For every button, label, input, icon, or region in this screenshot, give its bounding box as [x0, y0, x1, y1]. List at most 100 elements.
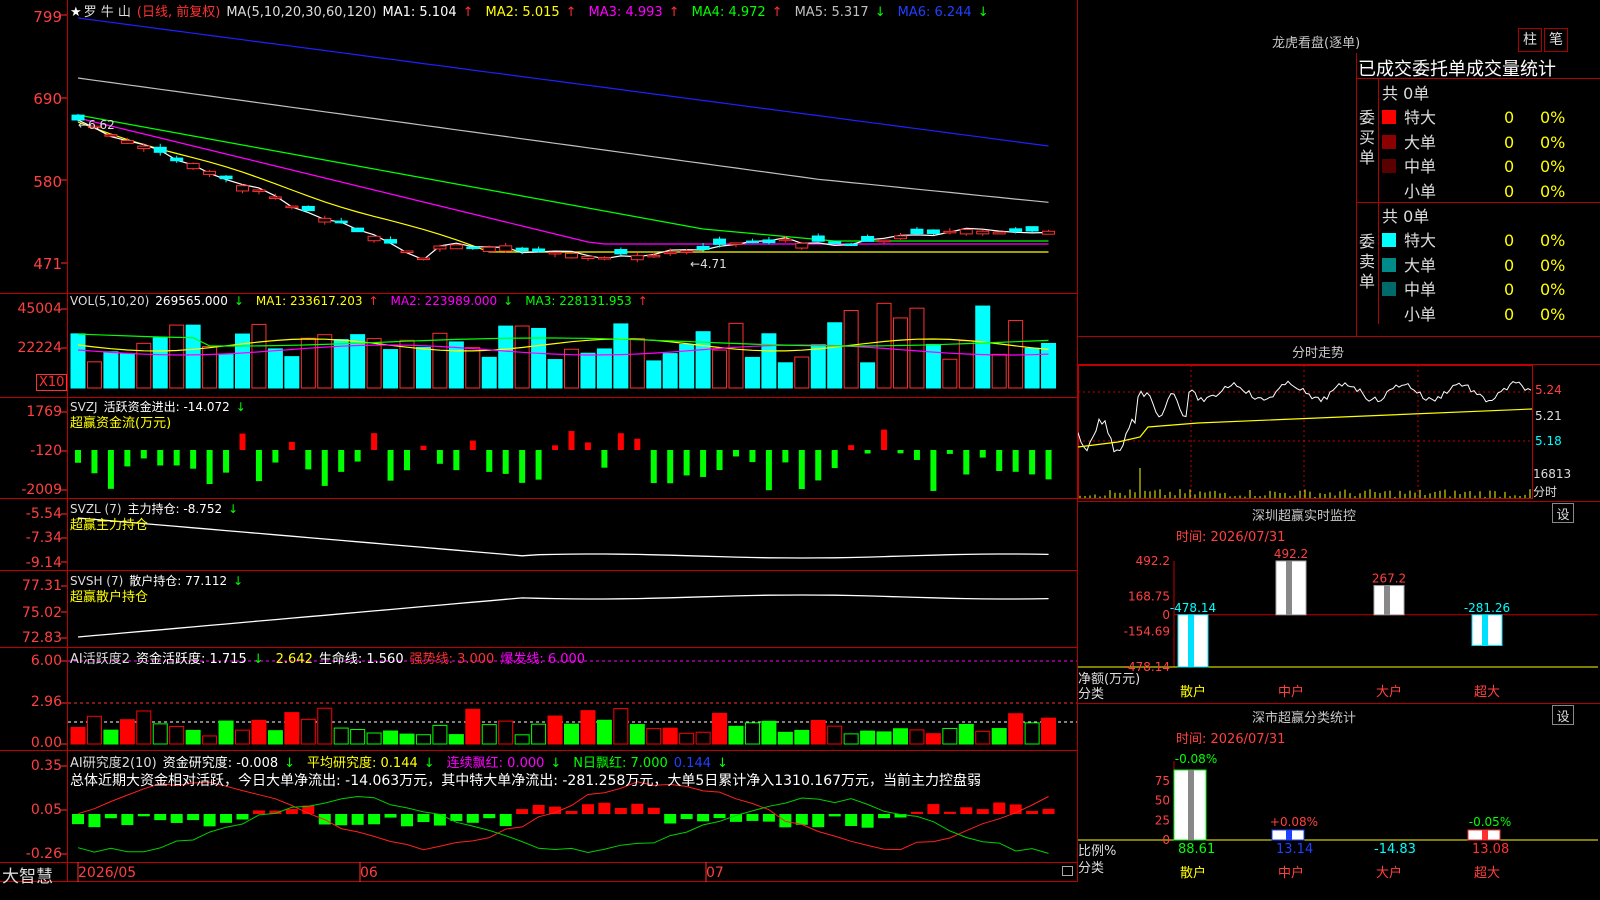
volume-bar	[794, 356, 810, 389]
monitor-bar-group	[1471, 614, 1503, 646]
favorite-star-icon[interactable]: ★	[70, 5, 82, 20]
candle-body	[844, 243, 858, 247]
volume-bar	[991, 353, 1007, 389]
candle-body	[729, 242, 743, 245]
fund-flow-bar	[716, 450, 723, 471]
legend-swatch	[1382, 282, 1396, 296]
fund-flow-bar	[650, 450, 657, 484]
activity-bar	[350, 729, 366, 745]
activity-bar	[613, 708, 629, 745]
candle-body	[170, 157, 184, 162]
classify-value-label: 88.61	[1178, 842, 1215, 857]
fund-flow-bar	[815, 450, 822, 481]
activity-bar	[251, 719, 267, 745]
fund-flow-bar	[782, 450, 789, 463]
volume-bar	[777, 362, 793, 389]
low-price-marker: ←4.71	[690, 257, 727, 271]
classify-cat-label: 分类	[1078, 861, 1105, 876]
ai2-y-label-1: 0.35	[30, 758, 62, 774]
volume-bar	[432, 332, 448, 389]
candle-body	[219, 175, 233, 180]
volume-bar	[695, 331, 711, 389]
fund-flow-bar	[75, 450, 81, 463]
volume-bar	[514, 325, 530, 389]
candle-body	[153, 146, 167, 153]
candle-body	[104, 134, 118, 137]
sell-total: 共 0单	[1382, 207, 1430, 226]
research-bar	[565, 811, 578, 814]
research-bar	[252, 810, 265, 814]
fund-flow-bar	[91, 450, 98, 474]
period-mode[interactable]: (日线, 前复权)	[137, 5, 220, 20]
fund-flow-bar	[223, 450, 230, 473]
intraday-panel[interactable]: 分时走势 5.24 5.21 5.18 16813 分时	[1078, 337, 1600, 501]
monitor-panel: 深圳超赢实时监控 设 时间: 2026/07/31 492.2 168.75 0 -1…	[1078, 501, 1600, 703]
research-bar	[943, 811, 956, 814]
activity-bar	[596, 719, 612, 745]
activity-bar	[1024, 722, 1040, 745]
activity-bar	[925, 733, 941, 745]
fund-flow-bar	[239, 433, 246, 450]
ma3-value: MA3: 4.993 ↑	[588, 5, 680, 20]
row-count: 0	[1504, 280, 1515, 299]
monitor-value-label: 492.2	[1274, 547, 1308, 561]
chart-canvas[interactable]	[0, 0, 1078, 882]
activity-bar	[580, 710, 596, 745]
activity-bar	[958, 723, 974, 745]
fund-flow-bar	[552, 445, 559, 450]
volume-bar	[744, 356, 760, 389]
fund-flow-bar	[338, 450, 345, 472]
buy-row-0: 特大 0 0%	[1382, 104, 1565, 128]
intraday-vol-label: 16813	[1533, 467, 1572, 481]
x-axis-label-2: 06	[360, 865, 378, 881]
candle-body	[499, 245, 513, 252]
activity-bar	[300, 718, 316, 745]
buy-side-label: 委买单	[1359, 108, 1376, 167]
activity-bar	[383, 730, 399, 745]
stock-name: 罗 牛 山	[83, 5, 131, 20]
research-bar	[927, 804, 940, 814]
research-bar	[203, 814, 216, 827]
activity-bar	[202, 735, 218, 745]
research-bar	[433, 814, 446, 826]
fund-flow-bar	[864, 450, 871, 454]
research-bar	[598, 802, 611, 814]
research-bar	[88, 814, 101, 828]
activity-bar	[744, 722, 760, 745]
fund-flow-bar	[963, 450, 970, 475]
research-bar	[516, 809, 529, 814]
activity-bar	[860, 730, 876, 745]
research-bar	[154, 814, 167, 821]
activity-bar	[448, 734, 464, 745]
kline-chart-area[interactable]	[0, 0, 1078, 882]
volume-bar	[185, 324, 201, 389]
volume-bar	[448, 341, 464, 389]
candle-body	[268, 196, 282, 199]
sell-row-0: 特大 0 0%	[1382, 227, 1565, 251]
main-holding-line	[77, 517, 1049, 559]
volume-bar	[893, 317, 908, 389]
volume-bar	[284, 356, 300, 389]
activity-bar	[629, 724, 645, 745]
row-name: 小单	[1404, 181, 1437, 201]
candle-body	[351, 227, 365, 233]
ma5-line	[77, 77, 1049, 203]
candle-body	[894, 235, 907, 240]
fund-flow-bar	[107, 450, 114, 489]
research-bar	[976, 809, 989, 814]
candle-body	[433, 245, 447, 250]
buy-row-2: 中单 0 0%	[1382, 153, 1565, 177]
classify-pct-label: +0.08%	[1270, 815, 1318, 829]
fund-flow-bar	[371, 433, 378, 450]
legend-swatch	[1382, 184, 1396, 198]
activity-bar	[893, 728, 908, 745]
ma3-line	[77, 117, 1049, 245]
lock-icon[interactable]	[1062, 866, 1073, 876]
research-line-green	[77, 795, 1049, 854]
volume-bar	[218, 354, 234, 389]
tab-bar[interactable]: 柱	[1518, 28, 1542, 52]
monitor-y-label: 168.75	[1128, 589, 1170, 603]
candle-body	[992, 231, 1006, 235]
fund-flow-bar	[601, 450, 608, 468]
tab-tick[interactable]: 笔	[1544, 28, 1568, 52]
